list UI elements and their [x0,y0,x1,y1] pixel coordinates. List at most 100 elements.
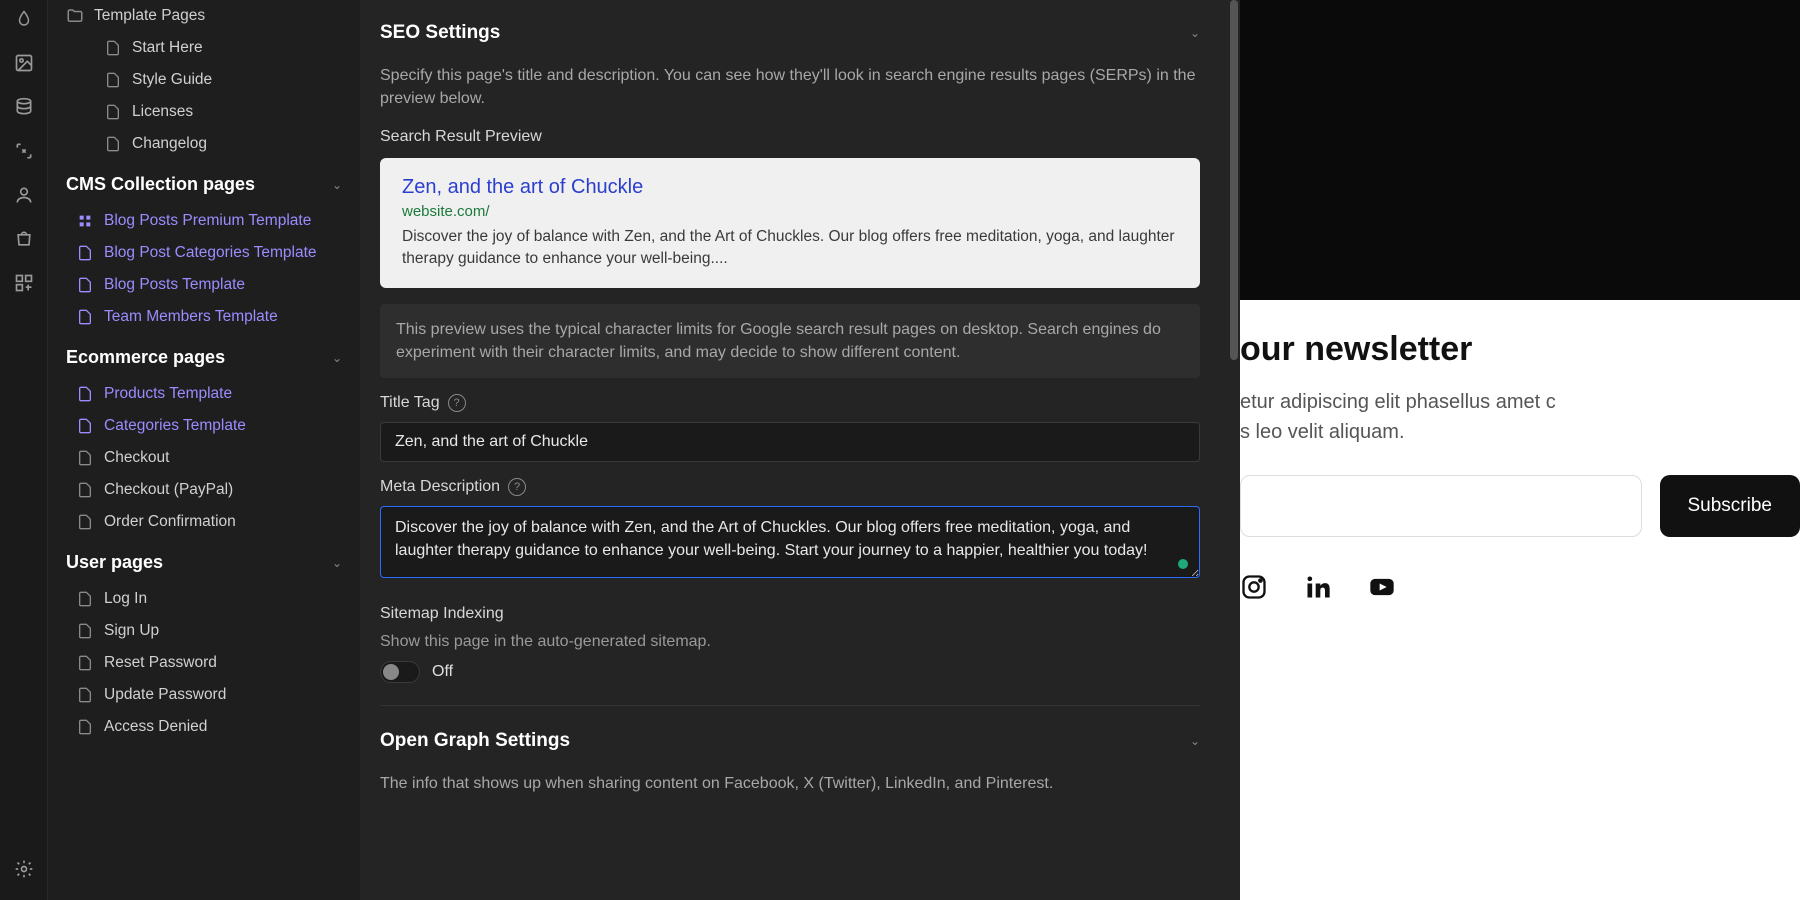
preview-note: This preview uses the typical character … [380,304,1200,378]
linkedin-icon[interactable] [1304,573,1332,601]
help-icon[interactable]: ? [448,394,466,412]
page-icon [76,385,94,403]
sidebar-item-start-here[interactable]: Start Here [48,32,360,64]
title-tag-input[interactable] [380,422,1200,462]
sidebar-item-blog-posts[interactable]: Blog Posts Template [48,269,360,301]
shopping-icon[interactable] [13,228,35,250]
page-icon [76,417,94,435]
sidebar-item-label: Categories Template [104,417,246,435]
sidebar-item-label: Blog Posts Premium Template [104,212,311,230]
sidebar-item-label: Order Confirmation [104,513,236,531]
settings-icon[interactable] [13,858,35,880]
help-icon[interactable]: ? [508,478,526,496]
database-icon[interactable] [13,96,35,118]
left-rail [0,0,48,900]
page-icon [76,308,94,326]
preview-title: Zen, and the art of Chuckle [402,176,1178,199]
sidebar-item-blog-premium[interactable]: Blog Posts Premium Template [48,205,360,237]
chevron-down-icon: ⌄ [1190,26,1200,40]
pages-sidebar: Template Pages Start Here Style Guide Li… [48,0,360,900]
sidebar-item-style-guide[interactable]: Style Guide [48,64,360,96]
variable-icon[interactable] [13,140,35,162]
page-icon [104,103,122,121]
sidebar-item-checkout[interactable]: Checkout [48,442,360,474]
section-title: User pages [66,552,163,573]
user-section-header[interactable]: User pages ⌄ [48,538,360,583]
sidebar-item-label: Sign Up [104,622,159,640]
settings-panel: SEO Settings ⌄ Specify this page's title… [360,0,1240,900]
droplet-icon[interactable] [13,8,35,30]
ecommerce-section-header[interactable]: Ecommerce pages ⌄ [48,333,360,378]
section-title: CMS Collection pages [66,174,255,195]
search-preview-label: Search Result Preview [380,128,1200,146]
newsletter-body: etur adipiscing elit phasellus amet cs l… [1240,387,1800,447]
page-icon [76,244,94,262]
sidebar-item-team-members[interactable]: Team Members Template [48,301,360,333]
scrollbar[interactable] [1230,0,1238,900]
sidebar-item-label: Team Members Template [104,308,278,326]
newsletter-email-input[interactable] [1240,475,1642,537]
newsletter-title: our newsletter [1240,330,1800,369]
page-icon [76,481,94,499]
subscribe-button[interactable]: Subscribe [1660,475,1800,537]
preview-desc: Discover the joy of balance with Zen, an… [402,226,1178,269]
divider [380,705,1200,706]
sidebar-item-reset-password[interactable]: Reset Password [48,647,360,679]
sidebar-item-label: Start Here [132,39,203,57]
user-icon[interactable] [13,184,35,206]
sidebar-item-label: Style Guide [132,71,212,89]
sidebar-item-licenses[interactable]: Licenses [48,96,360,128]
sidebar-item-categories[interactable]: Categories Template [48,410,360,442]
page-icon [104,135,122,153]
sidebar-item-checkout-paypal[interactable]: Checkout (PayPal) [48,474,360,506]
folder-icon [66,7,84,25]
sidebar-item-order-confirmation[interactable]: Order Confirmation [48,506,360,538]
sidebar-item-label: Changelog [132,135,207,153]
sitemap-toggle[interactable] [380,661,420,683]
page-icon [76,449,94,467]
youtube-icon[interactable] [1368,573,1396,601]
sidebar-item-label: Template Pages [94,7,205,25]
sidebar-item-products[interactable]: Products Template [48,378,360,410]
page-icon [76,718,94,736]
chevron-down-icon: ⌄ [332,178,342,192]
toggle-state: Off [432,663,453,681]
preview-url: website.com/ [402,203,1178,220]
meta-desc-label: Meta Description [380,478,500,496]
preview-dark-region [1240,0,1800,300]
section-title: Ecommerce pages [66,347,225,368]
sidebar-item-label: Checkout (PayPal) [104,481,233,499]
instagram-icon[interactable] [1240,573,1268,601]
og-desc: The info that shows up when sharing cont… [380,772,1200,795]
image-icon[interactable] [13,52,35,74]
sidebar-item-login[interactable]: Log In [48,583,360,615]
chevron-down-icon: ⌄ [332,351,342,365]
sidebar-item-changelog[interactable]: Changelog [48,128,360,160]
seo-section-header[interactable]: SEO Settings ⌄ [380,12,1200,54]
og-section-header[interactable]: Open Graph Settings ⌄ [380,720,1200,762]
apps-icon[interactable] [13,272,35,294]
template-pages-folder[interactable]: Template Pages [48,0,360,32]
sidebar-item-signup[interactable]: Sign Up [48,615,360,647]
sidebar-item-label: Access Denied [104,718,207,736]
meta-description-input[interactable] [380,506,1200,578]
chevron-down-icon: ⌄ [332,556,342,570]
title-tag-label: Title Tag [380,394,440,412]
search-result-preview: Zen, and the art of Chuckle website.com/… [380,158,1200,287]
sidebar-item-label: Licenses [132,103,193,121]
seo-description: Specify this page's title and descriptio… [380,64,1200,110]
sidebar-item-access-denied[interactable]: Access Denied [48,711,360,743]
page-icon [76,513,94,531]
sitemap-desc: Show this page in the auto-generated sit… [380,633,1200,651]
page-icon [76,590,94,608]
sidebar-item-blog-categories[interactable]: Blog Post Categories Template [48,237,360,269]
sitemap-label: Sitemap Indexing [380,605,504,623]
panel-title: SEO Settings [380,22,500,44]
sidebar-item-label: Blog Post Categories Template [104,244,317,262]
canvas-preview: our newsletter etur adipiscing elit phas… [1240,0,1800,900]
cms-section-header[interactable]: CMS Collection pages ⌄ [48,160,360,205]
sidebar-item-update-password[interactable]: Update Password [48,679,360,711]
page-icon [104,71,122,89]
sidebar-item-label: Update Password [104,686,226,704]
sidebar-item-label: Log In [104,590,147,608]
